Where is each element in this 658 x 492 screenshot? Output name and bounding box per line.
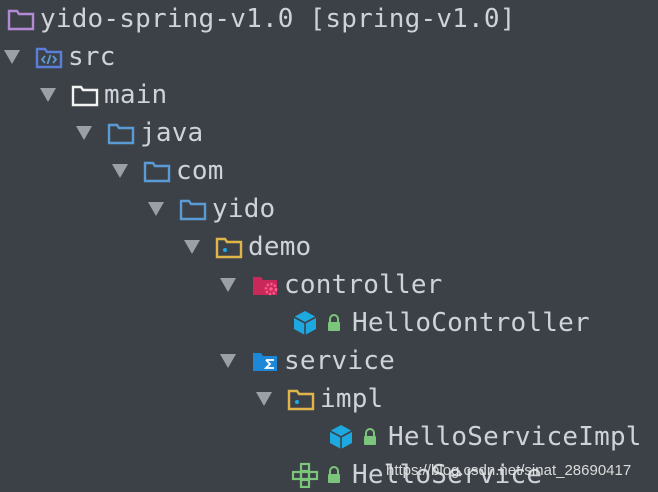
class-cube-icon bbox=[326, 422, 356, 452]
module-folder-icon bbox=[6, 4, 36, 34]
interface-label-hello-service: HelloService bbox=[352, 460, 543, 490]
tree-row-yido[interactable]: yido bbox=[146, 190, 275, 228]
package-folder-icon bbox=[142, 156, 172, 186]
interface-icon bbox=[290, 460, 320, 490]
lock-icon bbox=[324, 464, 344, 486]
chevron-down-icon[interactable] bbox=[110, 161, 130, 181]
folder-label-src: src bbox=[68, 42, 116, 72]
chevron-down-icon[interactable] bbox=[38, 85, 58, 105]
folder-label-controller: controller bbox=[284, 270, 443, 300]
tree-row-hello-service[interactable]: HelloService bbox=[290, 456, 542, 492]
class-label-hello-service-impl: HelloServiceImpl bbox=[388, 422, 642, 452]
tree-row-src[interactable]: src bbox=[2, 38, 116, 76]
lock-icon bbox=[360, 426, 380, 448]
tree-row-controller[interactable]: controller bbox=[218, 266, 443, 304]
lock-icon bbox=[324, 312, 344, 334]
project-root-label: yido-spring-v1.0 [spring-v1.0] bbox=[40, 4, 516, 34]
package-folder-icon bbox=[106, 118, 136, 148]
chevron-down-icon[interactable] bbox=[254, 389, 274, 409]
spring-config-folder-icon bbox=[250, 270, 280, 300]
tree-row-hello-controller[interactable]: HelloController bbox=[290, 304, 590, 342]
chevron-down-icon[interactable] bbox=[218, 275, 238, 295]
source-root-folder-icon bbox=[34, 42, 64, 72]
chevron-down-icon[interactable] bbox=[146, 199, 166, 219]
chevron-down-icon[interactable] bbox=[182, 237, 202, 257]
folder-label-com: com bbox=[176, 156, 224, 186]
folder-label-service: service bbox=[284, 346, 395, 376]
folder-label-impl: impl bbox=[320, 384, 384, 414]
tree-row-demo[interactable]: demo bbox=[182, 228, 311, 266]
package-folder-icon bbox=[178, 194, 208, 224]
tree-row-service[interactable]: service bbox=[218, 342, 395, 380]
class-label-hello-controller: HelloController bbox=[352, 308, 590, 338]
chevron-down-icon[interactable] bbox=[2, 47, 22, 67]
folder-label-main: main bbox=[104, 80, 168, 110]
project-tree: yido-spring-v1.0 [spring-v1.0] src main bbox=[0, 0, 658, 492]
tree-row-hello-service-impl[interactable]: HelloServiceImpl bbox=[326, 418, 642, 456]
tree-row-impl[interactable]: impl bbox=[254, 380, 383, 418]
folder-icon bbox=[70, 80, 100, 110]
chevron-down-icon[interactable] bbox=[218, 351, 238, 371]
folder-label-demo: demo bbox=[248, 232, 312, 262]
tree-row-root[interactable]: yido-spring-v1.0 [spring-v1.0] bbox=[6, 0, 516, 38]
folder-label-java: java bbox=[140, 118, 204, 148]
tree-row-java[interactable]: java bbox=[74, 114, 203, 152]
class-cube-icon bbox=[290, 308, 320, 338]
package-folder-icon bbox=[214, 232, 244, 262]
chevron-down-icon[interactable] bbox=[74, 123, 94, 143]
tree-row-main[interactable]: main bbox=[38, 76, 167, 114]
package-folder-icon bbox=[286, 384, 316, 414]
folder-label-yido: yido bbox=[212, 194, 276, 224]
service-folder-icon bbox=[250, 346, 280, 376]
tree-row-com[interactable]: com bbox=[110, 152, 224, 190]
